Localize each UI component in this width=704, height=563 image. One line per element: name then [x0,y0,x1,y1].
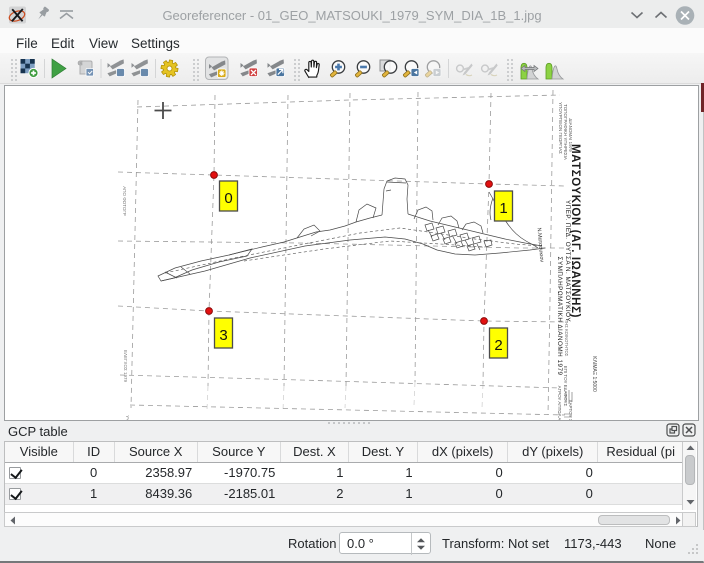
svg-text:ΑΓΡΟΥ ΑΠΤΩΛ ΑΧΥ: ΑΓΡΟΥ ΑΠΤΩΛ ΑΧΥ [557,386,562,420]
svg-text:ΤΗΣ ΚΟΙΝΟΤΗΤΟΣ: ΤΗΣ ΚΟΙΝΟΤΗΤΟΣ [564,320,569,357]
svg-text:ΕΛΕΓΧΟΣ 1979: ΕΛΕΓΧΟΣ 1979 [123,350,128,383]
svg-text:0: 0 [224,190,232,207]
svg-text:ΤΟΠΟΓΡΑΦΙΚΗ ΥΠΗΡΕΣΙΑ: ΤΟΠΟΓΡΑΦΙΚΗ ΥΠΗΡΕΣΙΑ [563,104,568,160]
svg-text:ΑΠΟ ΦΩΤΟΓΡ: ΑΠΟ ΦΩΤΟΓΡ [122,186,127,216]
svg-text:ΚΛΙΜΑΞ 1:5000: ΚΛΙΜΑΞ 1:5000 [591,356,597,392]
svg-text:3: 3 [219,327,227,344]
svg-text:ΥΠΟΥΡΓΕΙΟΝ ΓΕΩΡΓΙΑΣ: ΥΠΟΥΡΓΕΙΟΝ ΓΕΩΡΓΙΑΣ [558,102,563,154]
svg-text:ΥΨΟΜΕΤΡΑ 79: ΥΨΟΜΕΤΡΑ 79 [125,415,130,420]
svg-text:ΔΙΑΝΟΜΑΙ 1979: ΔΙΑΝΟΜΑΙ 1979 [568,118,573,152]
svg-text:2: 2 [494,337,502,354]
svg-text:ΥΠΕΡ. ΠΕΔ. ΟΥΤΣΑ Ν. ΜΑΤΣΟΥΚΙΟΥ: ΥΠΕΡ. ΠΕΔ. ΟΥΤΣΑ Ν. ΜΑΤΣΟΥΚΙΟΥ [564,200,571,322]
svg-text:1: 1 [499,200,507,217]
svg-text:ΕΠΙ ΤΟΥ ΕΔΑΦΟΥΣ: ΕΠΙ ΤΟΥ ΕΔΑΦΟΥΣ [563,366,568,407]
svg-text:ΣΥΜΠΛΗΡΩΜΑΤΙΚΗ ΔΙΑΝΟΜΗ 1979: ΣΥΜΠΛΗΡΩΜΑΤΙΚΗ ΔΙΑΝΟΜΗ 1979 [556,257,563,376]
